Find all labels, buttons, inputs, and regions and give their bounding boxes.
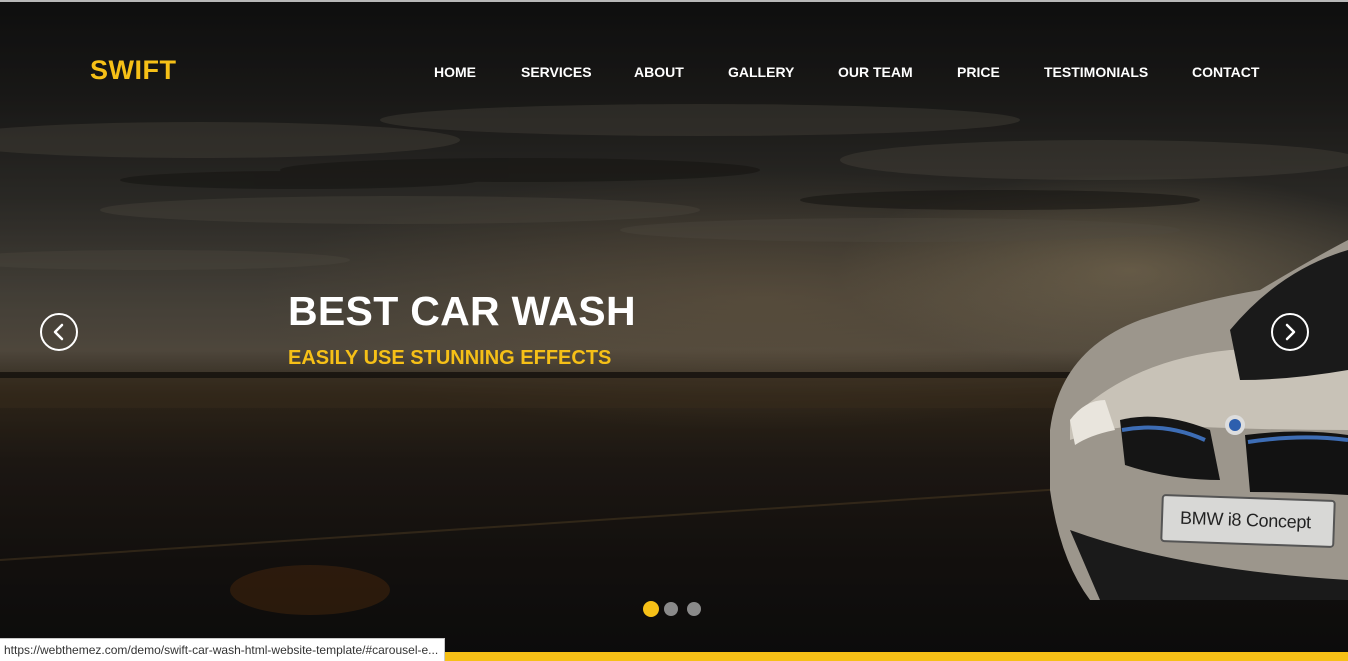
hero-headline: BEST CAR WASH bbox=[288, 288, 636, 334]
nav-item-home[interactable]: HOME bbox=[434, 64, 476, 80]
carousel-dot-2[interactable] bbox=[664, 602, 678, 616]
nav-item-our-team[interactable]: OUR TEAM bbox=[838, 64, 913, 80]
carousel-dot-1[interactable] bbox=[643, 601, 659, 617]
chevron-right-circle-icon bbox=[1285, 323, 1296, 341]
nav-item-testimonials[interactable]: TESTIMONIALS bbox=[1044, 64, 1148, 80]
nav-item-contact[interactable]: CONTACT bbox=[1192, 64, 1259, 80]
nav-item-price[interactable]: PRICE bbox=[957, 64, 1000, 80]
nav-item-about[interactable]: ABOUT bbox=[634, 64, 684, 80]
carousel-prev-button[interactable] bbox=[40, 313, 78, 351]
status-url-text: https://webthemez.com/demo/swift-car-was… bbox=[4, 643, 439, 657]
nav-item-services[interactable]: SERVICES bbox=[521, 64, 592, 80]
carousel-dot-3[interactable] bbox=[687, 602, 701, 616]
nav-item-gallery[interactable]: GALLERY bbox=[728, 64, 794, 80]
carousel-next-button[interactable] bbox=[1271, 313, 1309, 351]
hero-subheadline: EASILY USE STUNNING EFFECTS bbox=[288, 347, 612, 369]
main-nav: HOME SERVICES ABOUT GALLERY OUR TEAM PRI… bbox=[0, 64, 1348, 84]
hero-carousel: BMW i8 Concept SWIFT HOME SERVICES ABOUT… bbox=[0, 0, 1348, 661]
chevron-left-circle-icon bbox=[53, 323, 64, 341]
car-image bbox=[1050, 240, 1348, 600]
browser-status-url: https://webthemez.com/demo/swift-car-was… bbox=[0, 638, 446, 661]
carousel-indicators bbox=[642, 601, 722, 617]
